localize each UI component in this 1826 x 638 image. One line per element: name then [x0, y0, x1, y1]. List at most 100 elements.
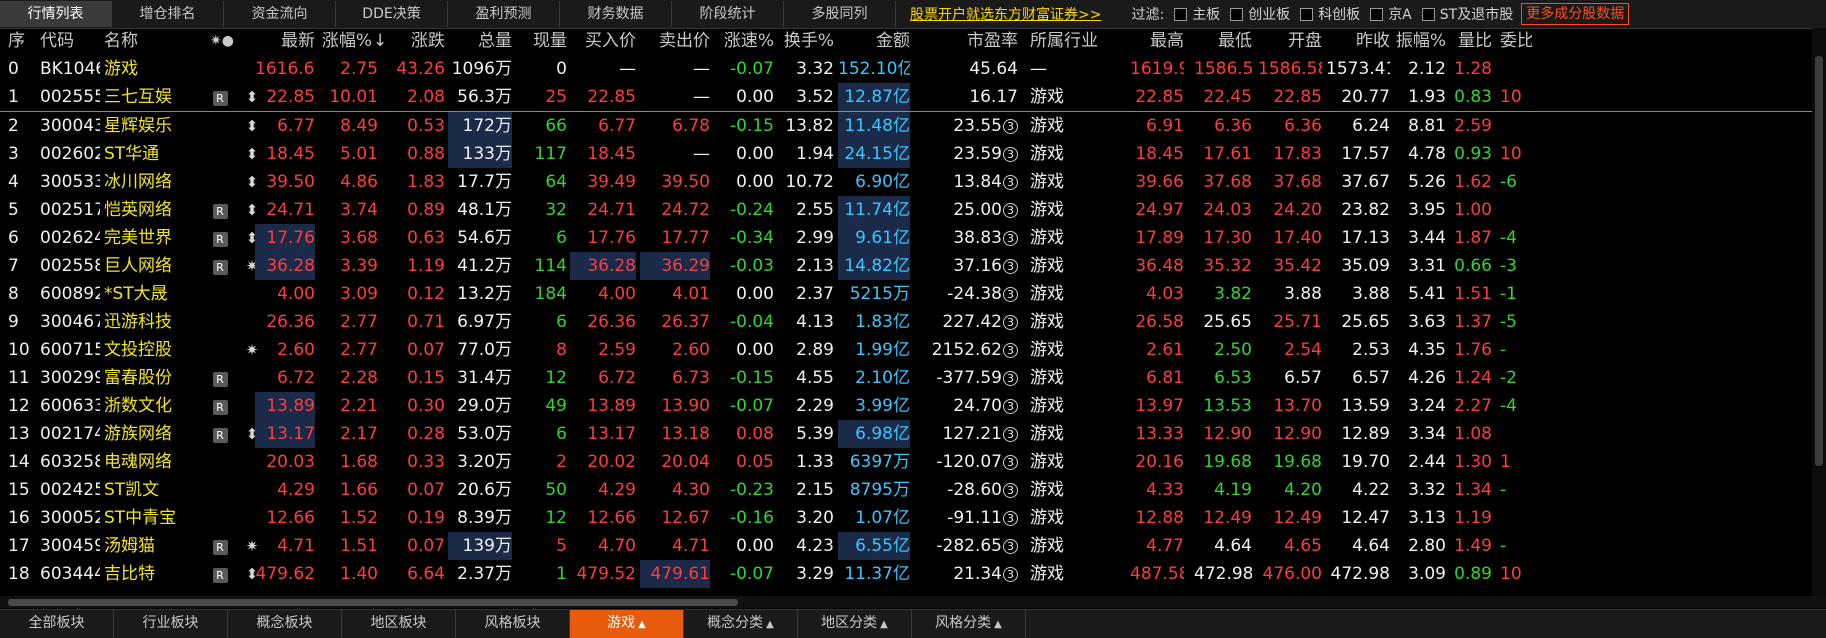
header-prev-close[interactable]: 昨收	[1326, 28, 1390, 55]
table-row[interactable]: 9 300467 迅游科技 26.36 2.77 0.71 6.97万 6 26.36 26.37…	[0, 308, 1826, 336]
tab-quote-list[interactable]: 行情列表	[0, 1, 112, 27]
table-row[interactable]: 8 600892 *ST大晟 4.00 3.09 0.12 13.2万 184 4.00 4.01…	[0, 280, 1826, 308]
tab-profit-forecast[interactable]: 盈利预测	[448, 1, 560, 27]
table-row[interactable]: 15 002425 ST凯文 4.29 1.66 0.07 20.6万 50 4.29 4.30-…	[0, 476, 1826, 504]
filter-chinext[interactable]: 创业板	[1230, 4, 1290, 24]
horizontal-scrollbar[interactable]	[0, 596, 1826, 608]
header-open[interactable]: 开盘	[1258, 28, 1322, 55]
cell-industry: 游戏	[1030, 340, 1064, 360]
filter-bse[interactable]: 京A	[1370, 4, 1412, 24]
header-marks[interactable]: ✷●	[210, 28, 250, 55]
cell-last: 36.28	[255, 252, 315, 280]
header-cur-vol[interactable]: 现量	[515, 28, 567, 55]
cell-open: 12.90	[1273, 424, 1322, 444]
header-vol-ratio[interactable]: 量比	[1450, 28, 1492, 55]
header-industry[interactable]: 所属行业	[1030, 28, 1120, 55]
tab-financial-data[interactable]: 财务数据	[560, 1, 672, 27]
header-high[interactable]: 最高	[1130, 28, 1184, 55]
table-row[interactable]: 12 600633 浙数文化 R 13.89 2.21 0.30 29.0万 49 13.89 13…	[0, 392, 1826, 420]
table-row[interactable]: 16 300052 ST中青宝 12.66 1.52 0.19 8.39万 12 12.66 12…	[0, 504, 1826, 532]
bottom-tab[interactable]: 概念板块	[228, 610, 342, 638]
cell-volume: 133万	[448, 140, 512, 168]
tab-capital-flow[interactable]: 资金流向	[224, 1, 336, 27]
cell-chg-pct: 1.68	[340, 452, 378, 472]
table-row[interactable]: 5 002517 恺英网络 R ⬍ 24.71 3.74 0.89 48.1万 32 24.71 24…	[0, 196, 1826, 224]
cell-ask: 24.72	[661, 200, 710, 220]
header-amount[interactable]: 金额	[838, 28, 910, 55]
cell-low: 6.53	[1214, 368, 1252, 388]
header-ask[interactable]: 卖出价	[640, 28, 710, 55]
table-row[interactable]: 14 603258 电魂网络 20.03 1.68 0.33 3.20万 2 20.02 20.0…	[0, 448, 1826, 476]
table-row[interactable]: 13 002174 游族网络 R ⬍ 13.17 2.17 0.28 53.0万 6 13.17 13…	[0, 420, 1826, 448]
cell-seq: 13	[8, 424, 30, 444]
table-row[interactable]: 10 600715 文投控股 ✷ 2.60 2.77 0.07 77.0万 8 2.59 2.60 0…	[0, 336, 1826, 364]
tab-period-stats[interactable]: 阶段统计	[672, 1, 784, 27]
header-name[interactable]: 名称	[104, 28, 194, 55]
header-amplitude[interactable]: 振幅%	[1392, 28, 1446, 55]
header-seq[interactable]: 序	[8, 28, 34, 55]
header-code[interactable]: 代码	[40, 28, 100, 55]
header-turnover[interactable]: 换手%	[778, 28, 834, 55]
header-speed[interactable]: 涨速%	[714, 28, 774, 55]
cell-pe: 13.84 3	[920, 168, 1018, 196]
filter-st-delisted[interactable]: ST及退市股	[1421, 4, 1513, 24]
checkbox[interactable]	[1421, 7, 1435, 21]
table-row[interactable]: 18 603444 吉比特 R ⬍ 479.62 1.40 6.64 2.37万 1 479.52 4…	[0, 560, 1826, 588]
header-bid[interactable]: 买入价	[570, 28, 636, 55]
cell-chg-pct: 2.77	[340, 312, 378, 332]
bottom-tab[interactable]: 风格分类 ▲	[912, 610, 1026, 638]
bottom-tab[interactable]: 概念分类 ▲	[684, 610, 798, 638]
cell-name: 迅游科技	[104, 312, 172, 332]
cell-seq: 12	[8, 396, 30, 416]
header-chg[interactable]: 涨跌	[385, 28, 445, 55]
pe-value: -91.11	[947, 508, 1002, 528]
header-chg-pct[interactable]: 涨幅%	[318, 28, 372, 55]
header-low[interactable]: 最低	[1194, 28, 1252, 55]
header-commission[interactable]: 委比	[1500, 28, 1532, 55]
checkbox[interactable]	[1370, 7, 1384, 21]
header-volume[interactable]: 总量	[448, 28, 512, 55]
more-constituents-button[interactable]: 更多成分股数据	[1521, 3, 1630, 25]
header-last[interactable]: 最新	[255, 28, 315, 55]
table-row[interactable]: 17 300459 汤姆猫 R ✷ 4.71 1.51 0.07 139万 5 4.70 4.71 0.…	[0, 532, 1826, 560]
scroll-thumb[interactable]	[8, 599, 738, 606]
filter-star-market[interactable]: 科创板	[1300, 4, 1360, 24]
bottom-tab[interactable]: 游戏 ▲	[570, 610, 684, 638]
header-pe[interactable]: 市盈率	[920, 28, 1018, 55]
tab-position-rank[interactable]: 增仓排名	[112, 1, 224, 27]
table-row[interactable]: 0 BK1046游戏 1616.67 2.75 43.26 1096万 0 — — -0.07 3.…	[0, 55, 1826, 83]
filter-main-board[interactable]: 主板	[1174, 4, 1220, 24]
table-row[interactable]: 3 002602 ST华通 ⬍ 18.45 5.01 0.88 133万 117 18.45—0.…	[0, 140, 1826, 168]
table-row[interactable]: 11 300299 富春股份 R 6.72 2.28 0.15 31.4万 12 6.72 6.73…	[0, 364, 1826, 392]
cell-turnover: 3.29	[796, 564, 834, 584]
table-row[interactable]: 6 002624 完美世界 R ⬍ 17.76 3.68 0.63 54.6万 6 17.76 17.…	[0, 224, 1826, 252]
cell-ask: 13.90	[661, 396, 710, 416]
tab-dde[interactable]: DDE决策	[336, 1, 448, 27]
cell-amplitude: 3.31	[1408, 256, 1446, 276]
tab-multi-stock[interactable]: 多股同列	[784, 1, 896, 27]
cell-cur-vol: 12	[545, 368, 567, 388]
table-row[interactable]: 2 300043 星辉娱乐 ⬍ 6.77 8.49 0.53 172万 66 6.77 6.78 -0…	[0, 112, 1826, 140]
table-row[interactable]: 1 002555 三七互娱 R ⬍ 22.85 10.01 2.08 56.3万 25 22.85—…	[0, 83, 1826, 112]
table-row[interactable]: 4 300533 冰川网络 ⬍ 39.50 4.86 1.83 17.7万 64 39.49 39.…	[0, 168, 1826, 196]
cell-turnover: 2.29	[796, 396, 834, 416]
checkbox[interactable]	[1300, 7, 1314, 21]
checkbox[interactable]	[1230, 7, 1244, 21]
cell-last: 17.76	[255, 224, 315, 252]
cell-low: 6.36	[1214, 116, 1252, 136]
bottom-tab[interactable]: 全部板块	[0, 610, 114, 638]
bottom-tab[interactable]: 地区板块	[342, 610, 456, 638]
table-row[interactable]: 7 002558 巨人网络 R ✷ 36.28 3.39 1.19 41.2万 114 36.28 3…	[0, 252, 1826, 280]
checkbox[interactable]	[1174, 7, 1188, 21]
bottom-tab[interactable]: 风格板块	[456, 610, 570, 638]
scroll-thumb[interactable]	[1815, 56, 1823, 466]
pe-circle-icon: 3	[1003, 511, 1018, 526]
cell-cur-vol: 66	[545, 116, 567, 136]
vertical-scrollbar[interactable]	[1812, 28, 1826, 596]
bottom-tab[interactable]: 行业板块	[114, 610, 228, 638]
cell-name: 冰川网络	[104, 172, 172, 192]
cell-amount: 6.55亿	[838, 532, 910, 560]
cell-low: 1586.58	[1194, 59, 1252, 79]
bottom-tab[interactable]: 地区分类 ▲	[798, 610, 912, 638]
promo-link[interactable]: 股票开户就选东方财富证券>>	[910, 4, 1101, 24]
